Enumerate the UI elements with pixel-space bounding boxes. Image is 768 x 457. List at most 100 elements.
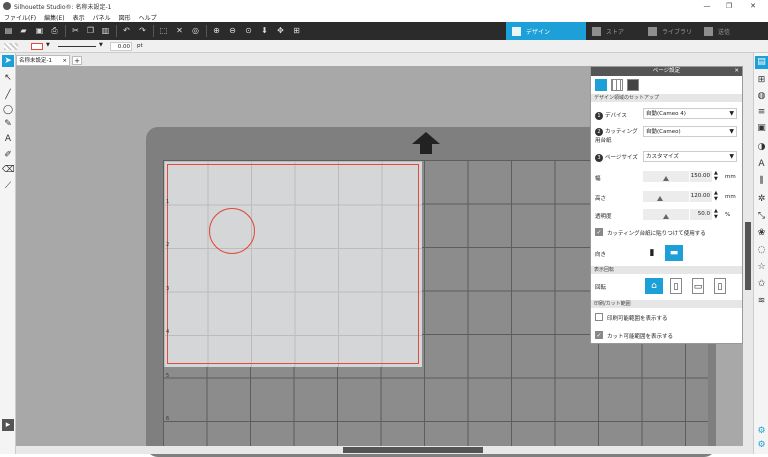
rotate-0-icon[interactable]: ⌂ <box>645 278 663 294</box>
line-style-preview[interactable] <box>58 46 96 47</box>
page-settings-tab-icon[interactable] <box>595 79 607 91</box>
pan-down-icon[interactable]: ⬇ <box>259 25 270 36</box>
add-tab-button[interactable]: + <box>72 56 82 65</box>
ellipse-tool-icon[interactable]: ◯ <box>2 104 14 116</box>
opacity-slider[interactable] <box>643 209 689 220</box>
deselect-icon[interactable]: ✕ <box>174 25 185 36</box>
device-select[interactable]: 自動(Cameo 4) ▼ <box>643 108 737 119</box>
knife-tool-icon[interactable]: ⟋ <box>2 180 14 192</box>
height-input[interactable]: 120.00 <box>690 191 712 202</box>
menu-view[interactable]: 表示 <box>73 13 85 22</box>
cut-icon[interactable]: ✂ <box>70 25 81 36</box>
save-icon[interactable]: ▣ <box>34 25 45 36</box>
paste-icon[interactable]: ▥ <box>100 25 111 36</box>
menu-edit[interactable]: 編集(E) <box>44 13 64 22</box>
document-tab[interactable]: 名称未設定-1 × <box>16 55 70 66</box>
zoom-select-icon[interactable]: ⊙ <box>243 25 254 36</box>
line-style-icon[interactable]: ≡ <box>755 106 768 119</box>
background-tab-icon[interactable] <box>627 79 639 91</box>
text-tool-icon[interactable]: A <box>2 133 14 145</box>
new-document-icon[interactable]: ▤ <box>3 25 14 36</box>
select-all-icon[interactable]: ⬚ <box>158 25 169 36</box>
width-stepper[interactable]: ▲ ▼ <box>714 170 718 182</box>
brush-tool-icon[interactable]: ✐ <box>2 149 14 161</box>
pan-icon[interactable]: ✥ <box>275 25 286 36</box>
menu-panel[interactable]: パネル <box>93 13 111 22</box>
rotate-270-icon[interactable]: ▯ <box>714 278 726 294</box>
copy-icon[interactable]: ❐ <box>85 25 96 36</box>
settings-gear-icon[interactable]: ⚙ <box>755 425 768 438</box>
opacity-input[interactable]: 50.0 <box>690 209 712 220</box>
height-stepper[interactable]: ▲ ▼ <box>714 190 718 202</box>
menu-help[interactable]: ヘルプ <box>139 13 157 22</box>
width-slider[interactable] <box>643 171 689 182</box>
pagesize-select[interactable]: カスタマイズ ▼ <box>643 151 737 162</box>
line-color-swatch[interactable] <box>31 43 43 50</box>
chevron-down-icon[interactable]: ▼ <box>99 42 103 48</box>
point-edit-icon[interactable]: ↖ <box>2 72 14 84</box>
print-icon[interactable]: ⎙ <box>49 25 60 36</box>
show-print-area-checkbox[interactable] <box>595 313 603 321</box>
rotate-90-icon[interactable]: ▯ <box>670 278 682 294</box>
modify-icon[interactable]: ❀ <box>755 227 768 240</box>
library-sync-icon[interactable]: ≋ <box>755 295 768 308</box>
sketch-icon[interactable]: ✩ <box>755 278 768 291</box>
replicate-icon[interactable]: ✲ <box>755 193 768 206</box>
text-style-icon[interactable]: A <box>755 158 768 171</box>
zoom-in-icon[interactable]: ⊕ <box>211 25 222 36</box>
menu-file[interactable]: ファイル(F) <box>4 13 36 22</box>
transparency-icon[interactable]: ◑ <box>755 141 768 154</box>
zoom-out-icon[interactable]: ⊖ <box>227 25 238 36</box>
portrait-orientation-icon[interactable]: ▮ <box>643 245 661 261</box>
fill-pattern-swatch[interactable] <box>4 43 18 50</box>
width-input[interactable]: 150.00 <box>690 171 712 182</box>
line-width-input[interactable]: 0.00 <box>110 42 132 51</box>
maximize-button[interactable]: ❐ <box>722 0 736 12</box>
tab-send[interactable]: 送信 <box>698 22 768 40</box>
minimize-button[interactable]: — <box>700 0 714 12</box>
height-slider[interactable] <box>643 191 689 202</box>
trace-icon[interactable]: ☆ <box>755 261 768 274</box>
shadow-icon[interactable]: ▣ <box>755 122 768 135</box>
circle-shape[interactable] <box>209 208 255 254</box>
tab-design[interactable]: デザイン <box>506 22 586 40</box>
eraser-tool-icon[interactable]: ⌫ <box>2 164 15 176</box>
ruler-number: 6 <box>166 416 170 422</box>
mat-label: 2 カッティング用台紙 <box>595 128 638 144</box>
pen-tool-icon[interactable]: ✎ <box>2 118 14 130</box>
fit-page-icon[interactable]: ⊞ <box>291 25 302 36</box>
select-arrow-icon[interactable]: ➤ <box>2 55 14 67</box>
vertical-scroll-thumb[interactable] <box>745 222 751 290</box>
library-panel-icon[interactable]: ▸ <box>2 419 14 431</box>
mat-select[interactable]: 自動(Cameo) ▼ <box>643 126 737 137</box>
settings-gear-icon[interactable]: ⚙ <box>755 439 768 452</box>
grid-settings-icon[interactable]: ⊞ <box>755 74 768 87</box>
page-setup-icon[interactable]: ▤ <box>755 56 768 69</box>
opacity-stepper[interactable]: ▲ ▼ <box>714 208 718 220</box>
tab-library[interactable]: ライブラリ <box>642 22 698 40</box>
rotate-180-icon[interactable]: ▭ <box>692 278 704 294</box>
redo-icon[interactable]: ↷ <box>137 25 148 36</box>
select-target-icon[interactable]: ◎ <box>190 25 201 36</box>
align-icon[interactable]: ⫼ <box>755 175 768 188</box>
chevron-down-icon[interactable]: ▼ <box>46 42 50 48</box>
use-mat-checkbox[interactable]: ✓ <box>595 228 603 236</box>
close-panel-icon[interactable]: ✕ <box>734 67 739 76</box>
undo-icon[interactable]: ↶ <box>121 25 132 36</box>
grid-tab-icon[interactable] <box>611 79 623 91</box>
show-cut-area-checkbox[interactable]: ✓ <box>595 331 603 339</box>
horizontal-scroll-thumb[interactable] <box>343 447 483 453</box>
offset-icon[interactable]: ◌ <box>755 244 768 257</box>
chevron-down-icon: ▼ <box>729 153 734 160</box>
tab-store[interactable]: ストア <box>586 22 642 40</box>
close-window-button[interactable]: ✕ <box>746 0 760 12</box>
menu-shape[interactable]: 図形 <box>119 13 131 22</box>
fill-color-icon[interactable]: ◍ <box>755 90 768 103</box>
open-folder-icon[interactable]: ▰ <box>18 25 29 36</box>
transform-icon[interactable]: ⤡ <box>755 210 768 223</box>
line-settings-bar: ▼ ▼ 0.00 pt <box>0 40 768 53</box>
orientation-label: 向き <box>595 252 607 258</box>
close-tab-icon[interactable]: × <box>62 56 67 66</box>
line-tool-icon[interactable]: ╱ <box>2 89 14 101</box>
landscape-orientation-icon[interactable]: ▬ <box>665 245 683 261</box>
